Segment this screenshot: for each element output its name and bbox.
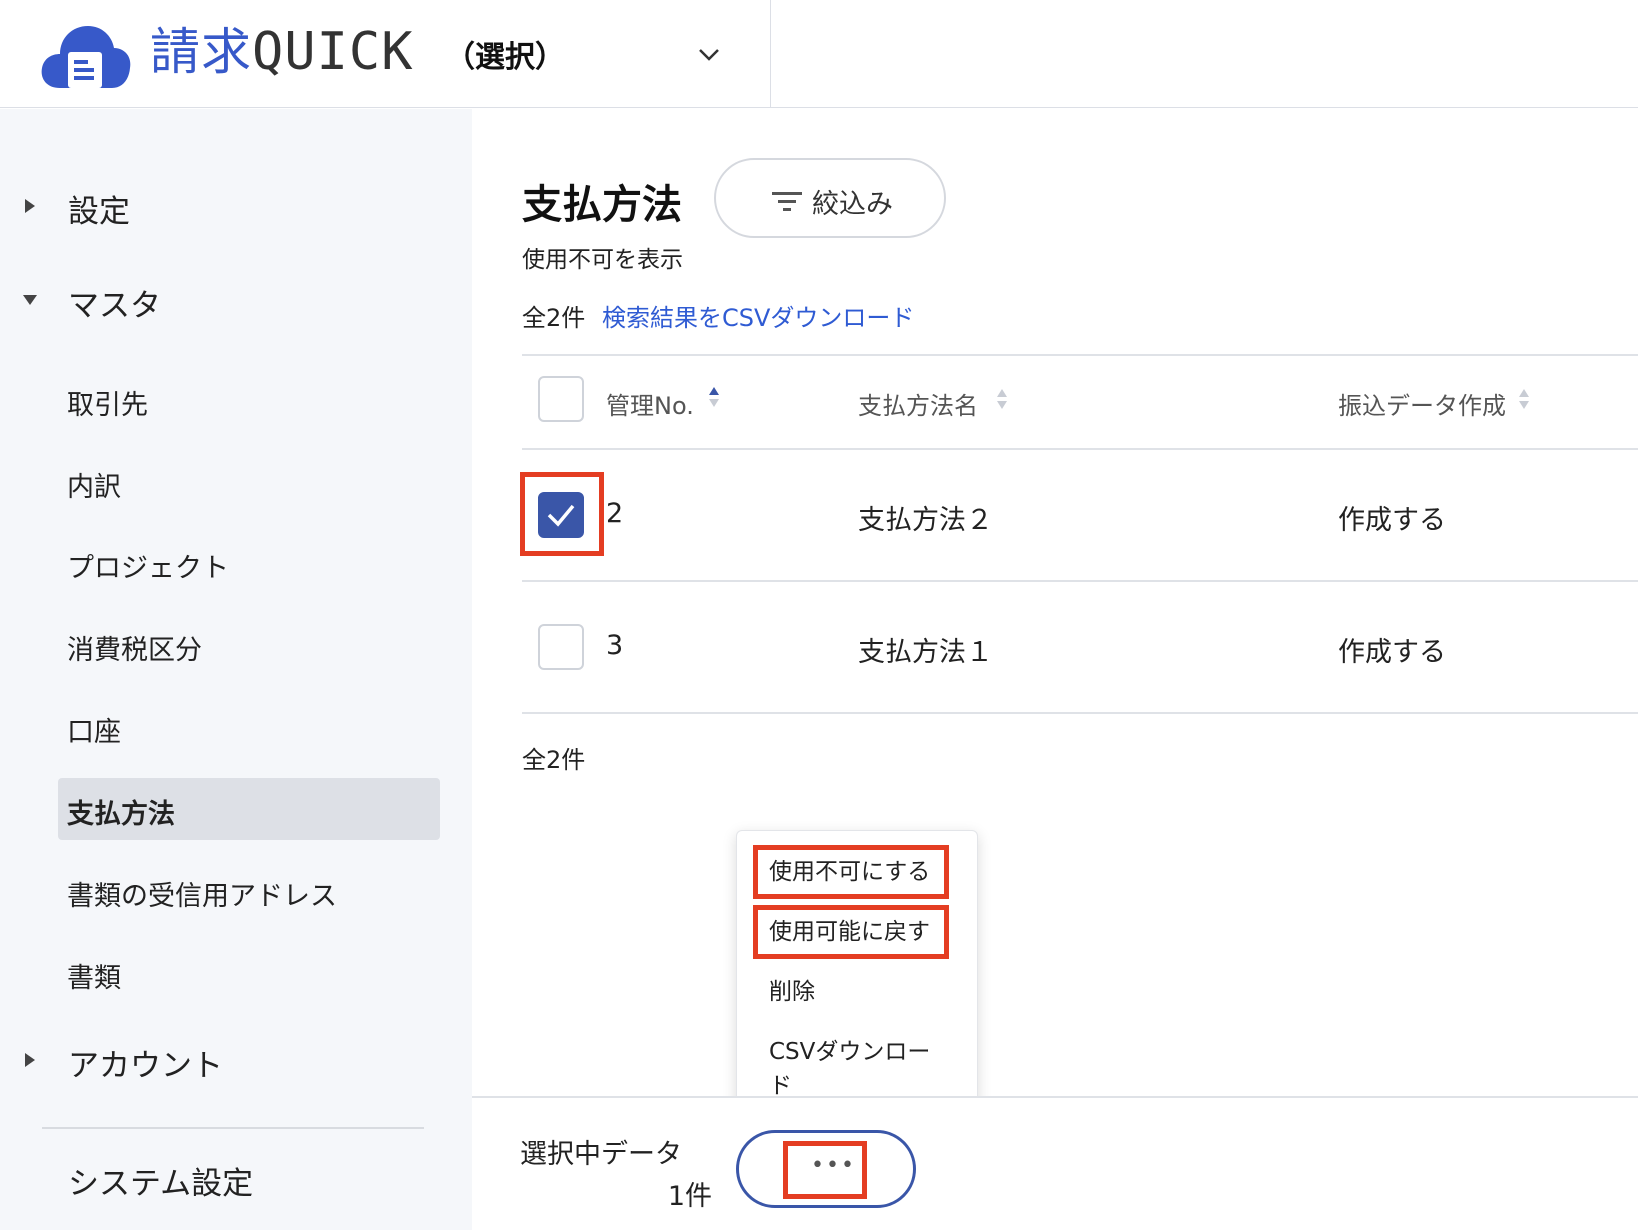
- filter-button[interactable]: 絞込み: [714, 158, 946, 238]
- brand-name-main: 請求: [150, 23, 252, 81]
- cell-no: 3: [606, 630, 624, 661]
- sidebar-group-master[interactable]: マスタ: [0, 272, 472, 332]
- show-disabled-toggle[interactable]: 使用不可を表示: [522, 240, 683, 274]
- sidebar-item-projects[interactable]: プロジェクト: [58, 532, 440, 594]
- brand-name: 請求QUICK: [150, 22, 414, 82]
- table-bottom-border: [522, 712, 1638, 714]
- column-header-name[interactable]: 支払方法名: [858, 386, 978, 421]
- header-divider: [770, 0, 771, 108]
- page-title: 支払方法: [522, 182, 682, 228]
- menu-item-delete[interactable]: 削除: [769, 975, 815, 1009]
- caret-right-icon: [25, 199, 35, 213]
- sidebar-item-tax-categories[interactable]: 消費税区分: [58, 614, 440, 676]
- selected-data-label: 選択中データ: [520, 1139, 682, 1170]
- sidebar-item-payment-methods[interactable]: 支払方法: [58, 778, 440, 840]
- sidebar-item-label: プロジェクト: [67, 553, 229, 584]
- sidebar-group-label: 設定: [68, 194, 130, 230]
- bulk-action-menu: 使用不可にする 使用可能に戻す 削除 CSVダウンロー ド: [736, 830, 978, 1126]
- sort-ascending-icon[interactable]: [708, 386, 720, 408]
- more-actions-button[interactable]: •••: [736, 1130, 916, 1208]
- sidebar-group-settings[interactable]: 設定: [0, 178, 472, 238]
- cell-no: 2: [606, 498, 624, 529]
- cell-name: 支払方法１: [858, 637, 993, 668]
- filter-icon: [772, 192, 802, 211]
- caret-right-icon: [25, 1053, 35, 1067]
- sidebar-divider: [42, 1127, 424, 1129]
- csv-download-link[interactable]: 検索結果をCSVダウンロード: [602, 298, 914, 333]
- sidebar-group-account[interactable]: アカウント: [0, 1032, 472, 1092]
- checkbox-highlight-box: [520, 472, 604, 556]
- sidebar-item-receiving-address[interactable]: 書類の受信用アドレス: [58, 860, 440, 922]
- table-row-divider: [522, 580, 1638, 582]
- column-header-transfer[interactable]: 振込データ作成: [1338, 386, 1506, 421]
- row-checkbox[interactable]: [538, 624, 584, 670]
- menu-item-enable[interactable]: 使用可能に戻す: [769, 915, 930, 949]
- brand-name-suffix: QUICK: [252, 22, 414, 82]
- sidebar-item-label: 内訳: [67, 472, 121, 503]
- selected-count: 1件: [667, 1181, 712, 1212]
- column-header-no[interactable]: 管理No.: [606, 386, 694, 421]
- cell-transfer: 作成する: [1338, 637, 1446, 668]
- sidebar-item-label: 口座: [67, 717, 121, 748]
- sidebar-item-label: 消費税区分: [67, 635, 202, 666]
- menu-item-csv-download-line1: CSVダウンロー: [769, 1039, 931, 1065]
- filter-button-label: 絞込み: [812, 189, 893, 220]
- sidebar-item-breakdown[interactable]: 内訳: [58, 451, 440, 513]
- sidebar: 設定 マスタ 取引先 内訳 プロジェクト 消費税区分 口座 支払方法 書類の受信…: [0, 109, 472, 1230]
- sidebar-item-documents[interactable]: 書類: [58, 942, 440, 1004]
- sidebar-item-label: 取引先: [67, 390, 148, 421]
- chevron-down-icon: [699, 49, 719, 61]
- more-dots-icon: •••: [811, 1153, 856, 1178]
- sidebar-item-label: 支払方法: [67, 799, 175, 830]
- menu-item-csv-download[interactable]: CSVダウンロー ド: [769, 1035, 930, 1103]
- company-select-label: （選択）: [445, 40, 565, 75]
- company-select[interactable]: （選択）: [445, 30, 735, 76]
- cloud-document-logo-icon[interactable]: [40, 22, 132, 90]
- sidebar-item-label: 書類: [67, 963, 121, 994]
- sort-icon[interactable]: [1518, 388, 1530, 410]
- total-count: 全2件: [522, 304, 586, 332]
- cell-name: 支払方法２: [858, 505, 993, 536]
- sidebar-item-label: システム設定: [68, 1166, 254, 1202]
- cell-transfer: 作成する: [1338, 505, 1446, 536]
- sidebar-group-label: アカウント: [68, 1048, 223, 1084]
- table-header-divider: [522, 448, 1638, 450]
- table-top-border: [522, 354, 1638, 356]
- app-header: 請求QUICK （選択）: [0, 0, 1638, 108]
- caret-down-icon: [23, 295, 37, 305]
- select-all-checkbox[interactable]: [538, 376, 584, 422]
- sort-icon[interactable]: [996, 388, 1008, 410]
- sidebar-item-bank-accounts[interactable]: 口座: [58, 696, 440, 758]
- total-count-bottom: 全2件: [522, 746, 586, 774]
- selection-action-bar: 選択中データ 1件 •••: [472, 1096, 1638, 1230]
- menu-item-disable[interactable]: 使用不可にする: [769, 855, 930, 889]
- sidebar-item-clients[interactable]: 取引先: [58, 369, 440, 431]
- sidebar-item-label: 書類の受信用アドレス: [67, 881, 337, 912]
- sidebar-group-label: マスタ: [68, 288, 161, 324]
- sidebar-item-system-settings[interactable]: システム設定: [0, 1150, 472, 1210]
